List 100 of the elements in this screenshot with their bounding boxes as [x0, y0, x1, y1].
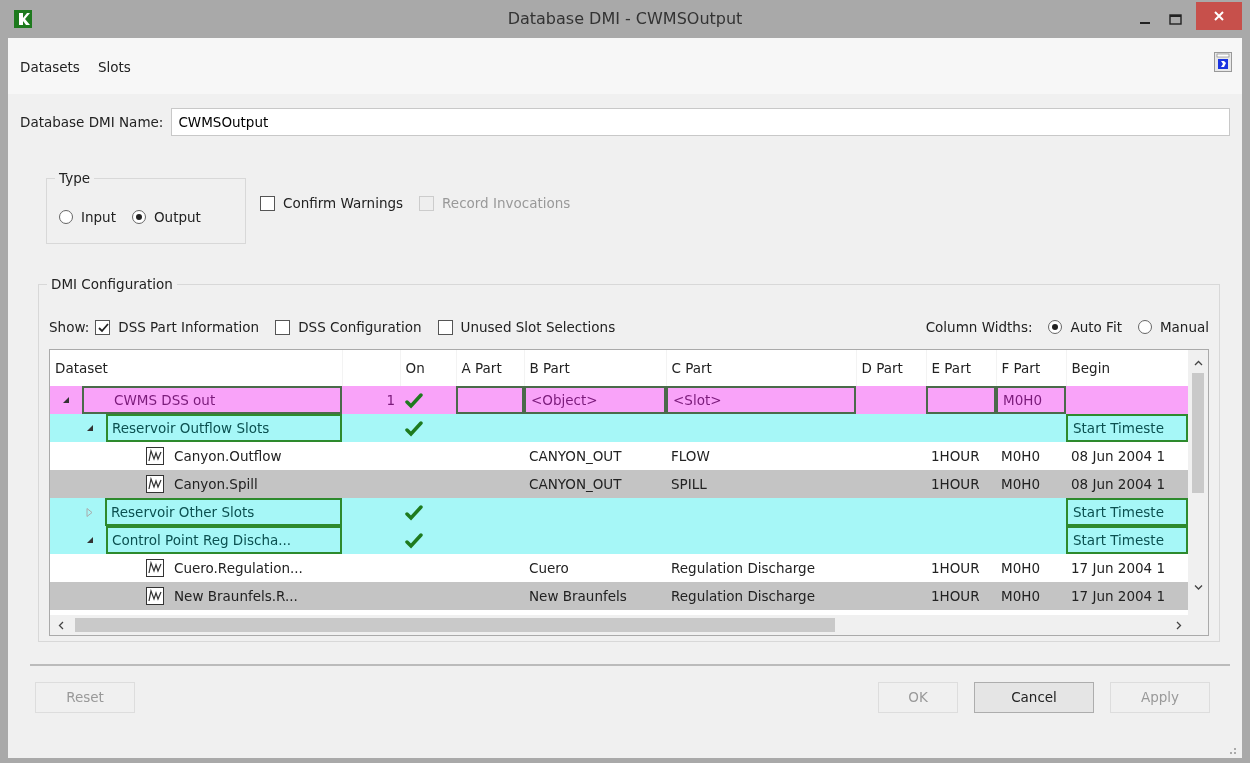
column-header[interactable]: On: [405, 359, 425, 376]
column-widths-label: Column Widths:: [925, 317, 1033, 337]
column-header[interactable]: E Part: [931, 359, 971, 376]
check-icon[interactable]: [405, 531, 423, 549]
table-row[interactable]: Control Point Reg Discha... Start Timeste: [50, 526, 1188, 554]
tree-item-label[interactable]: Reservoir Other Slots: [105, 498, 342, 526]
table-cell-text: 1: [385, 390, 396, 410]
name-field[interactable]: CWMSOutput: [171, 108, 1230, 136]
table-row[interactable]: Reservoir Other Slots Start Timeste: [50, 498, 1188, 526]
table-cell-text: M0H0: [1000, 586, 1041, 606]
table-cell-text: M0H0: [1000, 558, 1041, 578]
tree-item-label[interactable]: CWMS DSS out: [82, 386, 342, 414]
radio-button[interactable]: [131, 210, 146, 225]
table-cell-text: 1HOUR: [930, 474, 981, 494]
table-cell-text: M0H0: [1000, 474, 1041, 494]
menu-item[interactable]: Datasets: [20, 58, 80, 76]
table-cell-text: 1HOUR: [930, 558, 981, 578]
checkbox[interactable]: [95, 319, 111, 335]
close-icon: [1213, 10, 1225, 22]
table-cell-text: M0H0: [1000, 446, 1041, 466]
scroll-left-icon[interactable]: [58, 620, 65, 630]
checkbox[interactable]: [437, 319, 453, 335]
table-cell-text: CANYON_OUT: [528, 446, 623, 466]
check-icon: [96, 321, 109, 333]
check-icon[interactable]: [405, 419, 423, 437]
checkbox-label: Record Invocations: [442, 194, 571, 213]
expanded-icon[interactable]: [86, 536, 94, 544]
table-cell-text: Regulation Discharge: [670, 558, 816, 578]
table-cell-text: SPILL: [670, 474, 708, 494]
save-icon[interactable]: [1214, 52, 1232, 72]
scroll-right-icon[interactable]: [1175, 620, 1182, 630]
vertical-scrollbar[interactable]: [1188, 350, 1208, 615]
window-title: Database DMI - CWMSOutput: [507, 9, 743, 28]
close-button[interactable]: [1196, 2, 1242, 30]
radio-button[interactable]: [1137, 320, 1152, 334]
table-cell-text: 17 Jun 2004 1: [1070, 558, 1167, 578]
column-header[interactable]: D Part: [861, 359, 903, 376]
table-cell-text: Cuero: [528, 558, 570, 578]
radio-label: Manual: [1159, 317, 1209, 337]
table-row[interactable]: Canyon.Spill CANYON_OUT SPILL 1HOUR M0H0 08 Jun 2004 1: [50, 470, 1188, 498]
dialog-button[interactable]: Cancel: [974, 682, 1094, 713]
graph-icon: [146, 475, 164, 493]
column-header[interactable]: Begin: [1071, 359, 1110, 376]
graph-icon: [146, 559, 164, 577]
app-icon[interactable]: [14, 10, 32, 28]
expanded-icon[interactable]: [62, 396, 70, 404]
column-header[interactable]: Dataset: [55, 359, 108, 376]
table-cell-text: 1HOUR: [930, 446, 981, 466]
checkbox-label: DSS Configuration: [298, 317, 422, 337]
column-header[interactable]: A Part: [461, 359, 502, 376]
check-icon[interactable]: [405, 503, 423, 521]
minimize-icon: [1140, 22, 1150, 24]
tree-item-label[interactable]: Canyon.Spill: [174, 473, 258, 495]
checkbox[interactable]: [260, 195, 275, 211]
expanded-icon[interactable]: [86, 424, 94, 432]
tree-item-label[interactable]: New Braunfels.R...: [174, 585, 298, 607]
checkbox-label: Unused Slot Selections: [460, 317, 616, 337]
table-cell-text: 08 Jun 2004 1: [1070, 474, 1167, 494]
show-label: Show:: [49, 317, 90, 337]
table-cell-text: 17 Jun 2004 1: [1070, 586, 1167, 606]
column-header[interactable]: B Part: [529, 359, 570, 376]
table-cell-text: 1HOUR: [930, 586, 981, 606]
table-cell: Start Timeste: [1066, 526, 1188, 554]
column-header[interactable]: C Part: [671, 359, 712, 376]
tree-item-label[interactable]: Reservoir Outflow Slots: [106, 414, 342, 442]
column-header[interactable]: F Part: [1001, 359, 1041, 376]
checkbox[interactable]: [275, 319, 291, 335]
tree-item-label[interactable]: Control Point Reg Discha...: [106, 526, 342, 554]
table-cell: [926, 386, 996, 414]
table-cell: M0H0: [996, 386, 1066, 414]
scroll-up-icon[interactable]: [1193, 360, 1203, 367]
maximize-icon: [1168, 13, 1182, 25]
radio-label: Auto Fit: [1070, 317, 1122, 337]
radio-button[interactable]: [59, 210, 73, 225]
graph-icon: [146, 587, 164, 605]
table-row[interactable]: Reservoir Outflow Slots Start Timeste: [50, 414, 1188, 442]
radio-button[interactable]: [1048, 320, 1063, 334]
table-cell-text: Regulation Discharge: [670, 586, 816, 606]
table-row[interactable]: CWMS DSS out 1 <Object> <Slot> M0H0: [50, 386, 1188, 414]
table-cell: [456, 386, 524, 414]
check-icon[interactable]: [405, 391, 423, 409]
scroll-down-icon[interactable]: [1193, 584, 1203, 591]
checkbox-label: Confirm Warnings: [283, 194, 404, 213]
radio-label: Input: [81, 208, 116, 227]
graph-icon: [146, 447, 164, 465]
menu-item[interactable]: Slots: [97, 58, 131, 76]
table-cell-text: New Braunfels: [528, 586, 628, 606]
group-title: DMI Configuration: [47, 275, 177, 293]
table-cell: Start Timeste: [1066, 414, 1188, 442]
table-cell-text: FLOW: [670, 446, 711, 466]
radio-label: Output: [153, 208, 201, 227]
table-cell: Start Timeste: [1066, 498, 1188, 526]
table-cell-text: CANYON_OUT: [528, 474, 623, 494]
table-cell: <Slot>: [666, 386, 856, 414]
table-cell: <Object>: [524, 386, 666, 414]
field-label: Database DMI Name:: [20, 112, 164, 132]
checkbox-label: DSS Part Information: [118, 317, 260, 337]
tree-item-label[interactable]: Cuero.Regulation...: [174, 557, 303, 579]
horizontal-scrollbar[interactable]: [50, 615, 1208, 635]
tree-item-label[interactable]: Canyon.Outflow: [174, 445, 282, 467]
